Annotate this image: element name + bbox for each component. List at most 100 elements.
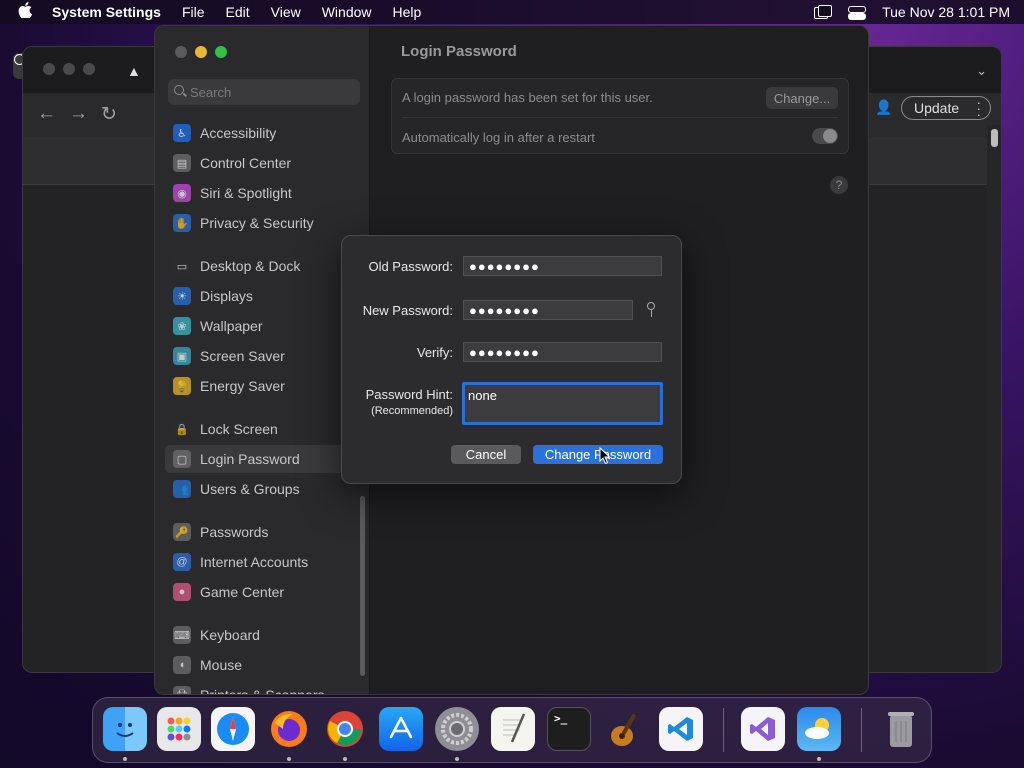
password-hint-field[interactable]: none (462, 382, 663, 425)
sidebar-item-keyboard[interactable]: ⌨ Keyboard (165, 621, 361, 649)
sidebar-item-accessibility[interactable]: ♿ Accessibility (165, 119, 361, 147)
page-title: Login Password (401, 43, 517, 60)
sidebar-item-privacy-security[interactable]: ✋ Privacy & Security (165, 209, 361, 237)
verify-password-field[interactable]: ●●●●●●●● (463, 342, 662, 362)
update-button[interactable]: Update · · · (901, 96, 991, 121)
more-options-icon[interactable]: · · · (977, 96, 981, 121)
sidebar-item-label: Passwords (200, 524, 269, 540)
auto-login-text: Automatically log in after a restart (402, 130, 595, 145)
browser-close-icon[interactable] (43, 63, 55, 75)
chrome-icon[interactable] (323, 707, 367, 751)
safari-icon[interactable] (211, 707, 255, 751)
flask-tab-icon[interactable]: ▲ (127, 63, 141, 79)
trash-icon[interactable] (879, 707, 923, 751)
key-icon: 🔑 (173, 523, 191, 541)
back-arrow-icon[interactable]: ← (37, 103, 56, 125)
forward-arrow-icon[interactable]: → (69, 103, 88, 125)
sidebar-item-label: Mouse (200, 657, 243, 673)
change-button[interactable]: Change... (766, 87, 838, 109)
launchpad-icon[interactable] (157, 707, 201, 751)
sidebar-item-control-center[interactable]: ▤ Control Center (165, 149, 361, 177)
new-password-label: New Password: (362, 303, 453, 318)
edit-menu[interactable]: Edit (226, 4, 250, 20)
browser-zoom-icon[interactable] (83, 63, 95, 75)
game-center-icon: ● (173, 583, 191, 601)
help-button[interactable]: ? (830, 176, 848, 194)
firefox-icon[interactable] (267, 707, 311, 751)
verify-label: Verify: (416, 345, 453, 360)
sidebar-item-screen-saver[interactable]: ▣ Screen Saver (165, 342, 361, 370)
sidebar-item-label: Control Center (200, 155, 292, 171)
zoom-window-icon[interactable] (215, 46, 227, 58)
sidebar-item-users-groups[interactable]: 👥 Users & Groups (165, 475, 361, 503)
password-assistant-key-icon[interactable] (644, 301, 658, 319)
displays-icon: ☀ (173, 287, 191, 305)
browser-minimize-icon[interactable] (63, 63, 75, 75)
new-password-field[interactable]: ●●●●●●●● (463, 300, 633, 320)
wallpaper-icon: ❀ (173, 317, 191, 335)
profile-icon[interactable]: 👤 (875, 99, 893, 117)
garageband-icon[interactable] (603, 707, 647, 751)
mouse-icon: ◖ (173, 656, 191, 674)
finder-running-indicator (123, 757, 127, 761)
chrome-running-indicator (343, 757, 347, 761)
terminal-icon[interactable]: >_ (547, 707, 591, 751)
screen-mirroring-icon[interactable] (814, 5, 833, 19)
change-password-button[interactable]: Change Password (533, 445, 663, 464)
sidebar-item-internet-accounts[interactable]: @ Internet Accounts (165, 548, 361, 576)
reload-icon[interactable]: ↻ (101, 103, 117, 126)
sidebar-item-login-password[interactable]: ▢ Login Password (165, 445, 361, 473)
firefox-running-indicator (287, 757, 291, 761)
view-menu[interactable]: View (271, 4, 301, 20)
file-menu[interactable]: File (182, 4, 205, 20)
apple-menu-icon[interactable] (14, 2, 36, 22)
app-store-icon[interactable] (379, 707, 423, 751)
menu-bar-clock[interactable]: Tue Nov 28 1:01 PM (882, 4, 1010, 20)
sidebar-item-passwords[interactable]: 🔑 Passwords (165, 518, 361, 546)
desktop-icon: ▭ (173, 257, 191, 275)
sidebar-item-game-center[interactable]: ● Game Center (165, 578, 361, 606)
sidebar-item-siri-spotlight[interactable]: ◉ Siri & Spotlight (165, 179, 361, 207)
lock-icon: 🔒 (173, 420, 191, 438)
sidebar-item-label: Privacy & Security (200, 215, 314, 231)
settings-sidebar: Search ♿ Accessibility ▤ Control Center ◉ Sir… (155, 26, 370, 695)
vscode-icon[interactable] (659, 707, 703, 751)
visual-studio-icon[interactable] (741, 707, 785, 751)
sidebar-item-printers-scanners[interactable]: 🖨 Printers & Scanners (165, 681, 361, 695)
hand-icon: ✋ (173, 214, 191, 232)
sidebar-item-label: Lock Screen (200, 421, 278, 437)
system-settings-icon[interactable] (435, 707, 479, 751)
sidebar-item-label: Accessibility (200, 125, 277, 141)
weather-icon[interactable] (797, 707, 841, 751)
settings-search-input[interactable]: Search (168, 79, 360, 105)
chevron-down-icon[interactable]: ⌄ (976, 63, 987, 79)
browser-scrollbar[interactable] (987, 125, 1001, 672)
sidebar-item-desktop-dock[interactable]: ▭ Desktop & Dock (165, 252, 361, 280)
sidebar-scrollbar[interactable] (360, 496, 365, 676)
sidebar-item-lock-screen[interactable]: 🔒 Lock Screen (165, 415, 361, 443)
printer-icon: 🖨 (173, 686, 191, 694)
browser-scroll-thumb[interactable] (991, 129, 998, 147)
settings-running-indicator (455, 757, 459, 761)
control-center-icon[interactable] (848, 5, 867, 20)
close-window-icon[interactable] (175, 46, 187, 58)
weather-running-indicator (817, 757, 821, 761)
sidebar-item-label: Displays (200, 288, 253, 304)
energy-icon: 💡 (173, 377, 191, 395)
sidebar-item-mouse[interactable]: ◖ Mouse (165, 651, 361, 679)
dock-separator (723, 708, 724, 752)
app-name-menu[interactable]: System Settings (52, 4, 161, 20)
help-menu[interactable]: Help (393, 4, 422, 20)
cancel-button[interactable]: Cancel (451, 445, 521, 464)
old-password-field[interactable]: ●●●●●●●● (463, 256, 662, 276)
sidebar-item-wallpaper[interactable]: ❀ Wallpaper (165, 312, 361, 340)
finder-icon[interactable] (103, 707, 147, 751)
window-menu[interactable]: Window (322, 4, 372, 20)
sidebar-item-label: Printers & Scanners (200, 687, 325, 695)
textedit-icon[interactable] (491, 707, 535, 751)
minimize-window-icon[interactable] (195, 46, 207, 58)
sidebar-item-energy-saver[interactable]: 💡 Energy Saver (165, 372, 361, 400)
sidebar-item-displays[interactable]: ☀ Displays (165, 282, 361, 310)
auto-login-toggle[interactable] (812, 128, 838, 144)
keyboard-icon: ⌨ (173, 626, 191, 644)
